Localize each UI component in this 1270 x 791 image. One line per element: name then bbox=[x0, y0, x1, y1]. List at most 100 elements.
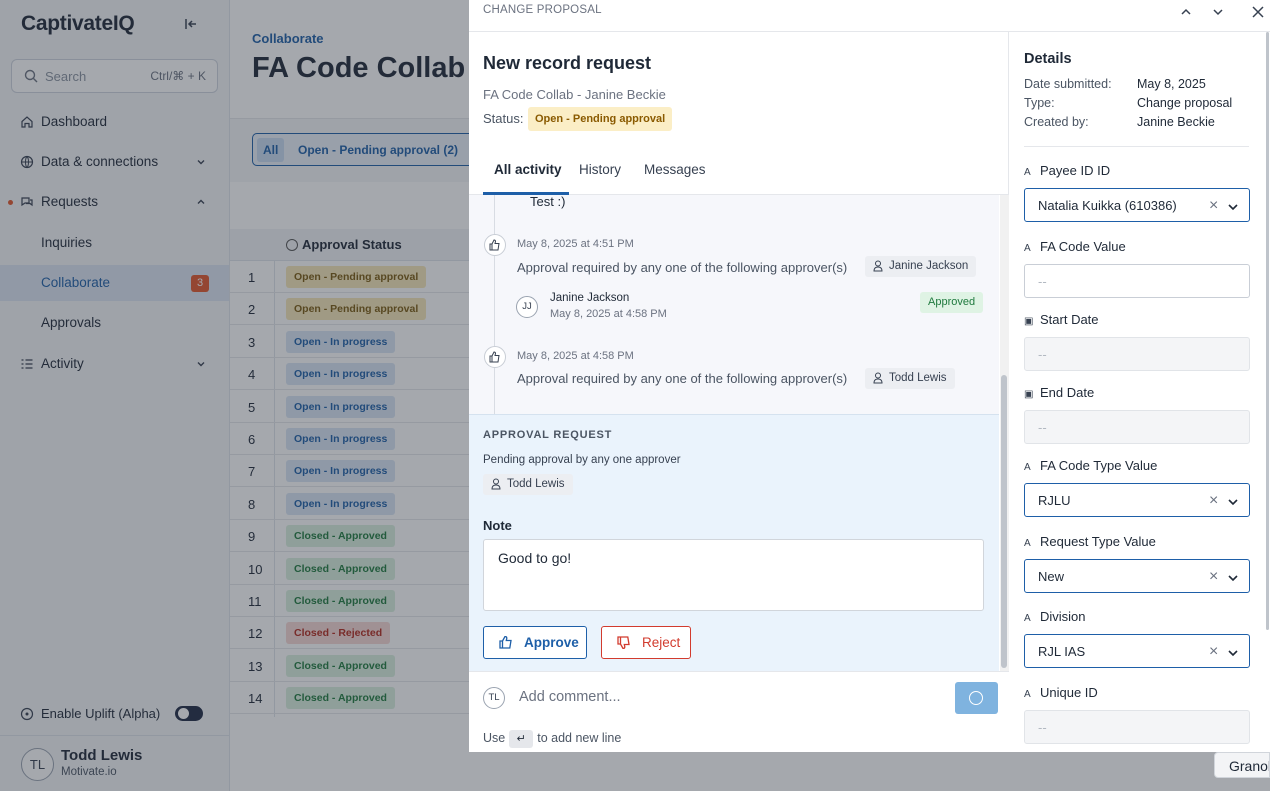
field-label-text: Unique ID bbox=[1040, 685, 1098, 700]
text-icon: A bbox=[1024, 167, 1031, 178]
approval-request: APPROVAL REQUEST Pending approval by any… bbox=[469, 414, 999, 671]
field-label-text: End Date bbox=[1040, 385, 1095, 400]
field-input[interactable]: RJL IAS × bbox=[1024, 634, 1250, 668]
field-value: -- bbox=[1038, 347, 1047, 362]
avatar: TL bbox=[483, 687, 505, 709]
reject-button[interactable]: Reject bbox=[601, 626, 691, 659]
approved-badge: Approved bbox=[920, 292, 984, 313]
reply-date: May 8, 2025 at 4:58 PM bbox=[550, 308, 667, 320]
change-proposal-panel: CHANGE PROPOSAL New record request FA Co… bbox=[469, 0, 1270, 752]
request-title: New record request bbox=[483, 53, 652, 73]
field-input[interactable]: -- bbox=[1024, 410, 1250, 444]
chevron-down-icon[interactable] bbox=[1227, 647, 1239, 659]
field-label: ▣ End Date bbox=[1024, 385, 1094, 400]
hint-prefix: Use bbox=[483, 731, 506, 745]
field-value: Natalia Kuikka (610386) bbox=[1038, 198, 1177, 213]
details-scrollbar[interactable] bbox=[1266, 0, 1270, 752]
approve-button[interactable]: Approve bbox=[483, 626, 587, 659]
thumbs-up-icon bbox=[499, 636, 512, 649]
details-pane: Details Date submitted: May 8, 2025 Type… bbox=[1010, 32, 1270, 752]
field-label-text: FA Code Value bbox=[1040, 239, 1126, 254]
chevron-down-icon[interactable] bbox=[1227, 496, 1239, 508]
field-value: -- bbox=[1038, 420, 1047, 435]
detail-label: Type: bbox=[1024, 96, 1055, 110]
note-field[interactable]: Good to go! bbox=[483, 539, 984, 611]
field-label-text: Start Date bbox=[1040, 312, 1099, 327]
text-icon: A bbox=[1024, 613, 1031, 624]
activity-pane: New record request FA Code Collab - Jani… bbox=[469, 32, 1009, 752]
comment-input[interactable]: Add comment... bbox=[519, 689, 621, 705]
event-date: May 8, 2025 at 4:58 PM bbox=[517, 350, 634, 362]
field-input[interactable]: New × bbox=[1024, 559, 1250, 593]
clear-icon[interactable]: × bbox=[1209, 492, 1218, 510]
field-label-text: Division bbox=[1040, 609, 1086, 624]
approver-chip: Todd Lewis bbox=[483, 474, 573, 495]
field-input[interactable]: -- bbox=[1024, 710, 1250, 744]
field-input[interactable]: Natalia Kuikka (610386) × bbox=[1024, 188, 1250, 222]
approver-chip: Janine Jackson bbox=[865, 256, 977, 277]
reject-label: Reject bbox=[642, 635, 681, 650]
clear-icon[interactable]: × bbox=[1209, 568, 1218, 586]
field-label: A Request Type Value bbox=[1024, 534, 1156, 549]
chevron-up-icon[interactable] bbox=[1178, 4, 1194, 20]
close-icon[interactable] bbox=[1250, 4, 1266, 20]
field-label: A FA Code Type Value bbox=[1024, 458, 1157, 473]
field-label-text: Request Type Value bbox=[1040, 534, 1156, 549]
field-label: A FA Code Value bbox=[1024, 239, 1126, 254]
request-subtitle: FA Code Collab - Janine Beckie bbox=[483, 87, 666, 102]
app-root: CaptivateIQ Search Ctrl/⌘ + K Dashboard … bbox=[0, 0, 1270, 791]
send-icon bbox=[969, 691, 983, 705]
field-label: A Division bbox=[1024, 609, 1086, 624]
status-badge: Open - Pending approval bbox=[528, 107, 673, 131]
note-label: Note bbox=[483, 518, 512, 533]
calendar-icon: ▣ bbox=[1024, 316, 1034, 327]
send-button[interactable] bbox=[955, 682, 998, 714]
field-label: ▣ Start Date bbox=[1024, 312, 1099, 327]
clear-icon[interactable]: × bbox=[1209, 643, 1218, 661]
detail-value: Change proposal bbox=[1137, 96, 1233, 110]
approver-name: Janine Jackson bbox=[889, 260, 969, 272]
avatar: JJ bbox=[516, 296, 538, 318]
field-input[interactable]: RJLU × bbox=[1024, 483, 1250, 517]
event-text: Approval required by any one of the foll… bbox=[517, 371, 848, 386]
panel-header: CHANGE PROPOSAL bbox=[469, 0, 1270, 32]
field-label-text: FA Code Type Value bbox=[1040, 458, 1158, 473]
comment-composer: TL Add comment... Use ↵ to add new line bbox=[469, 671, 1009, 752]
thumbs-up-icon bbox=[484, 346, 506, 368]
tab-all-activity[interactable]: All activity bbox=[494, 162, 562, 177]
timeline-line bbox=[494, 195, 495, 414]
field-value: -- bbox=[1038, 274, 1047, 289]
field-value: New bbox=[1038, 569, 1065, 584]
detail-label: Date submitted: bbox=[1024, 77, 1112, 91]
prev-message: Test :) bbox=[530, 195, 566, 209]
enter-key-icon: ↵ bbox=[509, 730, 534, 748]
clear-icon[interactable]: × bbox=[1209, 197, 1218, 215]
approval-request-subtitle: Pending approval by any one approver bbox=[483, 454, 681, 466]
tab-messages[interactable]: Messages bbox=[644, 162, 706, 177]
thumbs-down-icon bbox=[617, 636, 630, 649]
reply-author: Janine Jackson bbox=[550, 292, 630, 304]
field-input[interactable]: -- bbox=[1024, 264, 1250, 298]
text-icon: A bbox=[1024, 243, 1031, 254]
event-text: Approval required by any one of the foll… bbox=[517, 260, 848, 275]
chevron-down-icon[interactable] bbox=[1227, 201, 1239, 213]
details-title: Details bbox=[1024, 51, 1072, 67]
field-value: -- bbox=[1038, 720, 1047, 735]
chevron-down-icon[interactable] bbox=[1227, 572, 1239, 584]
field-label-text: Payee ID ID bbox=[1040, 163, 1111, 178]
calendar-icon: ▣ bbox=[1024, 389, 1034, 400]
field-input[interactable]: -- bbox=[1024, 337, 1250, 371]
text-icon: A bbox=[1024, 538, 1031, 549]
tab-history[interactable]: History bbox=[579, 162, 621, 177]
user-icon bbox=[873, 372, 883, 384]
activity-tabs: All activity History Messages bbox=[469, 152, 1009, 195]
activity-scrollbar[interactable] bbox=[1000, 195, 1009, 673]
text-icon: A bbox=[1024, 689, 1031, 700]
activity-feed: Test :) May 8, 2025 at 4:51 PM Approval … bbox=[469, 195, 999, 414]
approve-label: Approve bbox=[524, 635, 579, 650]
text-icon: A bbox=[1024, 462, 1031, 473]
approver-chip: Todd Lewis bbox=[865, 368, 955, 389]
granola-tooltip[interactable]: Granola bbox=[1214, 752, 1270, 778]
event-date: May 8, 2025 at 4:51 PM bbox=[517, 238, 634, 250]
chevron-down-icon[interactable] bbox=[1210, 4, 1226, 20]
